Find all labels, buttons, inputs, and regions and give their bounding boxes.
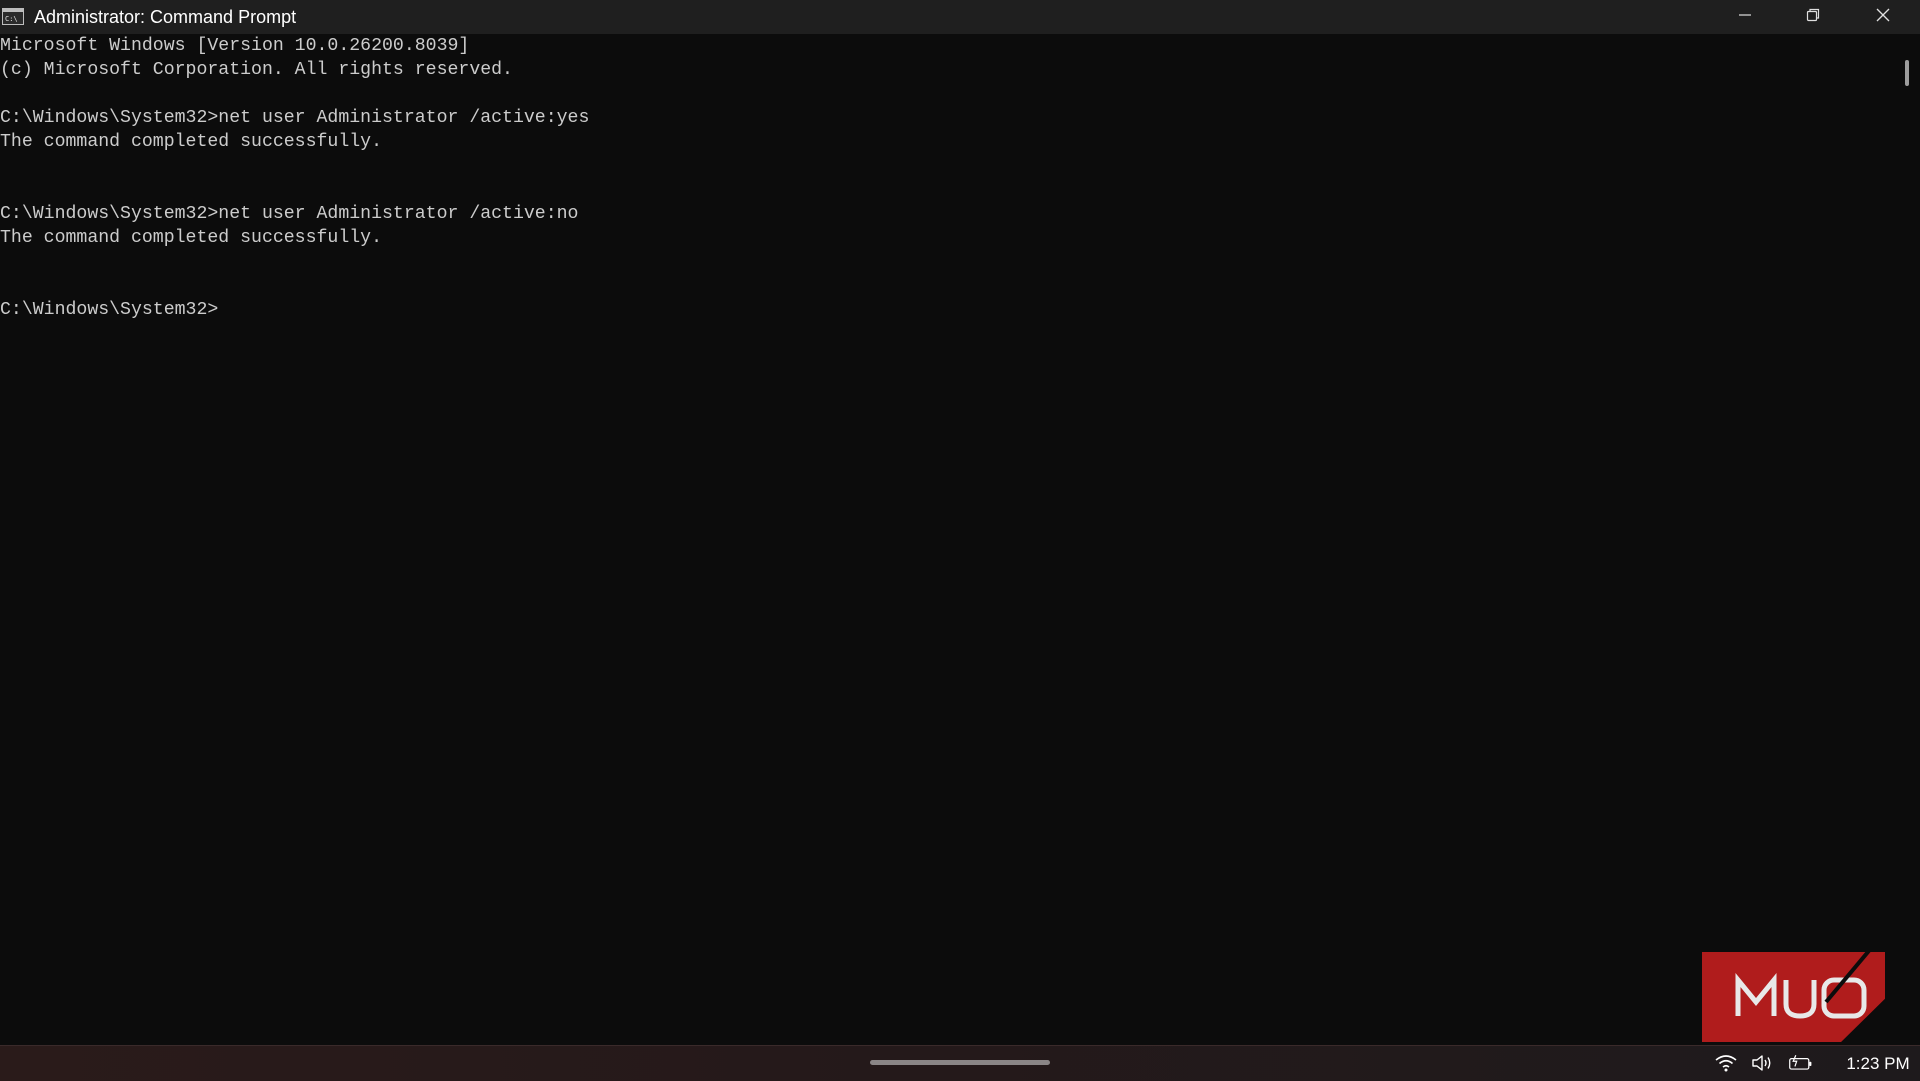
minimize-button[interactable] bbox=[1710, 0, 1780, 34]
close-icon bbox=[1875, 7, 1891, 28]
command-prompt-icon[interactable]: C:\ bbox=[2, 8, 24, 25]
battery-icon[interactable] bbox=[1788, 1052, 1814, 1074]
window-title: Administrator: Command Prompt bbox=[34, 7, 297, 27]
restore-button[interactable] bbox=[1778, 0, 1848, 34]
console-line: C:\Windows\System32>net user Administrat… bbox=[0, 204, 579, 224]
console-line: C:\Windows\System32>net user Administrat… bbox=[0, 108, 590, 128]
volume-icon[interactable] bbox=[1749, 1052, 1775, 1074]
vertical-scrollbar[interactable] bbox=[1894, 34, 1920, 1045]
console-line: The command completed successfully. bbox=[0, 132, 382, 152]
title-bar[interactable]: C:\ Administrator: Command Prompt bbox=[0, 0, 1920, 34]
console-line: Microsoft Windows [Version 10.0.26200.80… bbox=[0, 36, 470, 56]
console-output[interactable]: Microsoft Windows [Version 10.0.26200.80… bbox=[0, 34, 1894, 1045]
taskbar-clock[interactable]: 1:23 PM bbox=[1838, 1046, 1918, 1081]
restore-icon bbox=[1806, 8, 1820, 27]
console-line: The command completed successfully. bbox=[0, 228, 382, 248]
console-line: (c) Microsoft Corporation. All rights re… bbox=[0, 60, 513, 80]
minimize-icon bbox=[1738, 8, 1752, 27]
console-line: C:\Windows\System32> bbox=[0, 300, 219, 320]
close-button[interactable] bbox=[1848, 0, 1918, 34]
svg-text:C:\: C:\ bbox=[5, 15, 18, 23]
scrollbar-thumb[interactable] bbox=[1905, 60, 1909, 86]
command-prompt-window: C:\ Administrator: Command Prompt Micros… bbox=[0, 0, 1920, 1045]
wifi-icon[interactable] bbox=[1713, 1052, 1739, 1074]
taskbar: 1:23 PM bbox=[0, 1045, 1920, 1081]
home-indicator[interactable] bbox=[870, 1060, 1050, 1065]
